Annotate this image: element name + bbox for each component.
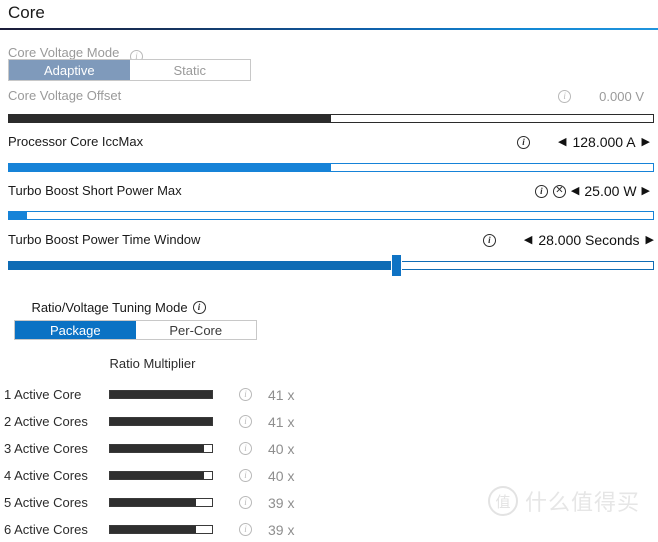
- ratio-voltage-tuning-mode-toggle[interactable]: Package Per-Core: [14, 320, 257, 340]
- active-core-value: 41 x: [268, 387, 295, 403]
- short-power-increment-arrow[interactable]: ▶: [642, 185, 650, 197]
- processor-core-iccmax-info-icon[interactable]: i: [517, 135, 530, 149]
- active-core-label: 1 Active Core: [4, 387, 82, 402]
- time-window-increment-arrow[interactable]: ▶: [646, 234, 654, 246]
- ratio-bar-fill: [110, 445, 204, 452]
- turbo-short-power-slider[interactable]: [8, 211, 654, 220]
- tuning-mode-option-package[interactable]: Package: [15, 321, 136, 339]
- watermark-text: 什么值得买: [524, 491, 640, 516]
- processor-core-iccmax-value: 128.000 A: [572, 134, 636, 150]
- active-core-ratio-bar[interactable]: [109, 417, 213, 426]
- active-core-label: 2 Active Cores: [4, 414, 88, 429]
- core-voltage-mode-toggle[interactable]: Adaptive Static: [8, 59, 251, 81]
- slider-thumb[interactable]: [390, 254, 402, 277]
- active-core-ratio-bar[interactable]: [109, 471, 213, 480]
- core-settings-panel: Core Core Voltage Mode i Adaptive Static…: [0, 0, 658, 538]
- ratio-multiplier-row: 3 Active Cores i 40 x: [0, 437, 330, 461]
- core-voltage-offset-value: 0.000 V: [599, 88, 644, 104]
- page-title: Core: [8, 3, 45, 22]
- core-voltage-mode-option-adaptive[interactable]: Adaptive: [9, 60, 130, 80]
- core-voltage-offset-label: Core Voltage Offset: [8, 88, 122, 103]
- active-core-ratio-bar[interactable]: [109, 525, 213, 534]
- active-core-ratio-bar[interactable]: [109, 444, 213, 453]
- turbo-short-power-reset-icon[interactable]: ✕: [552, 184, 566, 198]
- turbo-short-power-value: 25.00 W: [584, 183, 637, 199]
- core-voltage-offset-info-icon[interactable]: i: [558, 89, 572, 103]
- ratio-multiplier-row: 4 Active Cores i 40 x: [0, 464, 330, 488]
- ratio-multiplier-title: Ratio Multiplier: [109, 356, 196, 371]
- turbo-time-window-label: Turbo Boost Power Time Window: [8, 232, 201, 247]
- processor-core-iccmax-slider[interactable]: [8, 163, 654, 172]
- ratio-multiplier-row: 6 Active Cores i 39 x: [0, 518, 330, 542]
- active-core-label: 5 Active Cores: [4, 495, 88, 510]
- ratio-voltage-tuning-mode-info-icon[interactable]: i: [192, 301, 206, 314]
- core-voltage-mode-option-static[interactable]: Static: [130, 60, 251, 80]
- ratio-multiplier-row: 5 Active Cores i 39 x: [0, 491, 330, 515]
- active-core-info-icon[interactable]: i: [239, 388, 252, 401]
- ratio-bar-fill: [110, 499, 196, 506]
- panel-header: Core: [0, 0, 658, 24]
- short-power-decrement-arrow[interactable]: ◀: [571, 185, 579, 197]
- turbo-time-window-info-icon[interactable]: i: [482, 233, 496, 247]
- active-core-ratio-bar[interactable]: [109, 498, 213, 507]
- turbo-short-power-info-icon[interactable]: i: [534, 184, 548, 198]
- slider-fill: [8, 114, 331, 123]
- active-core-value: 39 x: [268, 522, 295, 538]
- ratio-bar-fill: [110, 418, 212, 425]
- ratio-bar-fill: [110, 391, 212, 398]
- active-core-value: 41 x: [268, 414, 295, 430]
- slider-track: [8, 211, 654, 220]
- header-divider: [0, 28, 658, 30]
- iccmax-increment-arrow[interactable]: ▶: [642, 136, 650, 148]
- iccmax-decrement-arrow[interactable]: ◀: [558, 136, 566, 148]
- active-core-info-icon[interactable]: i: [239, 469, 252, 482]
- time-window-decrement-arrow[interactable]: ◀: [524, 234, 532, 246]
- active-core-ratio-bar[interactable]: [109, 390, 213, 399]
- active-core-label: 3 Active Cores: [4, 441, 88, 456]
- active-core-info-icon[interactable]: i: [239, 442, 252, 455]
- processor-core-iccmax-row: Processor Core IccMax i ◀ 128.000 A ▶: [0, 130, 658, 154]
- active-core-info-icon[interactable]: i: [239, 415, 252, 428]
- turbo-time-window-slider[interactable]: [8, 254, 654, 277]
- ratio-voltage-tuning-mode-header: Ratio/Voltage Tuning Mode i: [0, 300, 237, 315]
- active-core-value: 40 x: [268, 468, 295, 484]
- active-core-value: 39 x: [268, 495, 295, 511]
- ratio-multiplier-row: 1 Active Core i 41 x: [0, 383, 330, 407]
- ratio-multiplier-row: 2 Active Cores i 41 x: [0, 410, 330, 434]
- ratio-bar-fill: [110, 526, 196, 533]
- turbo-time-window-value: 28.000 Seconds: [538, 232, 640, 248]
- active-core-label: 4 Active Cores: [4, 468, 88, 483]
- slider-fill: [8, 211, 28, 220]
- active-core-label: 6 Active Cores: [4, 522, 88, 537]
- watermark: 值 什么值得买: [487, 485, 640, 517]
- ratio-voltage-tuning-mode-label: Ratio/Voltage Tuning Mode: [31, 300, 188, 315]
- slider-fill: [8, 261, 396, 270]
- core-voltage-offset-slider[interactable]: [8, 114, 654, 123]
- core-voltage-offset-row: Core Voltage Offset i 0.000 V: [0, 84, 658, 108]
- tuning-mode-option-per-core[interactable]: Per-Core: [136, 321, 257, 339]
- slider-fill: [8, 163, 331, 172]
- turbo-time-window-row: Turbo Boost Power Time Window i ◀ 28.000…: [0, 228, 658, 252]
- ratio-bar-fill: [110, 472, 204, 479]
- processor-core-iccmax-label: Processor Core IccMax: [8, 134, 144, 149]
- active-core-info-icon[interactable]: i: [239, 496, 252, 509]
- turbo-short-power-label: Turbo Boost Short Power Max: [8, 183, 182, 198]
- active-core-info-icon[interactable]: i: [239, 523, 252, 536]
- watermark-badge-icon: 值: [487, 486, 518, 516]
- turbo-short-power-row: Turbo Boost Short Power Max i ✕ ◀ 25.00 …: [0, 179, 658, 203]
- active-core-value: 40 x: [268, 441, 295, 457]
